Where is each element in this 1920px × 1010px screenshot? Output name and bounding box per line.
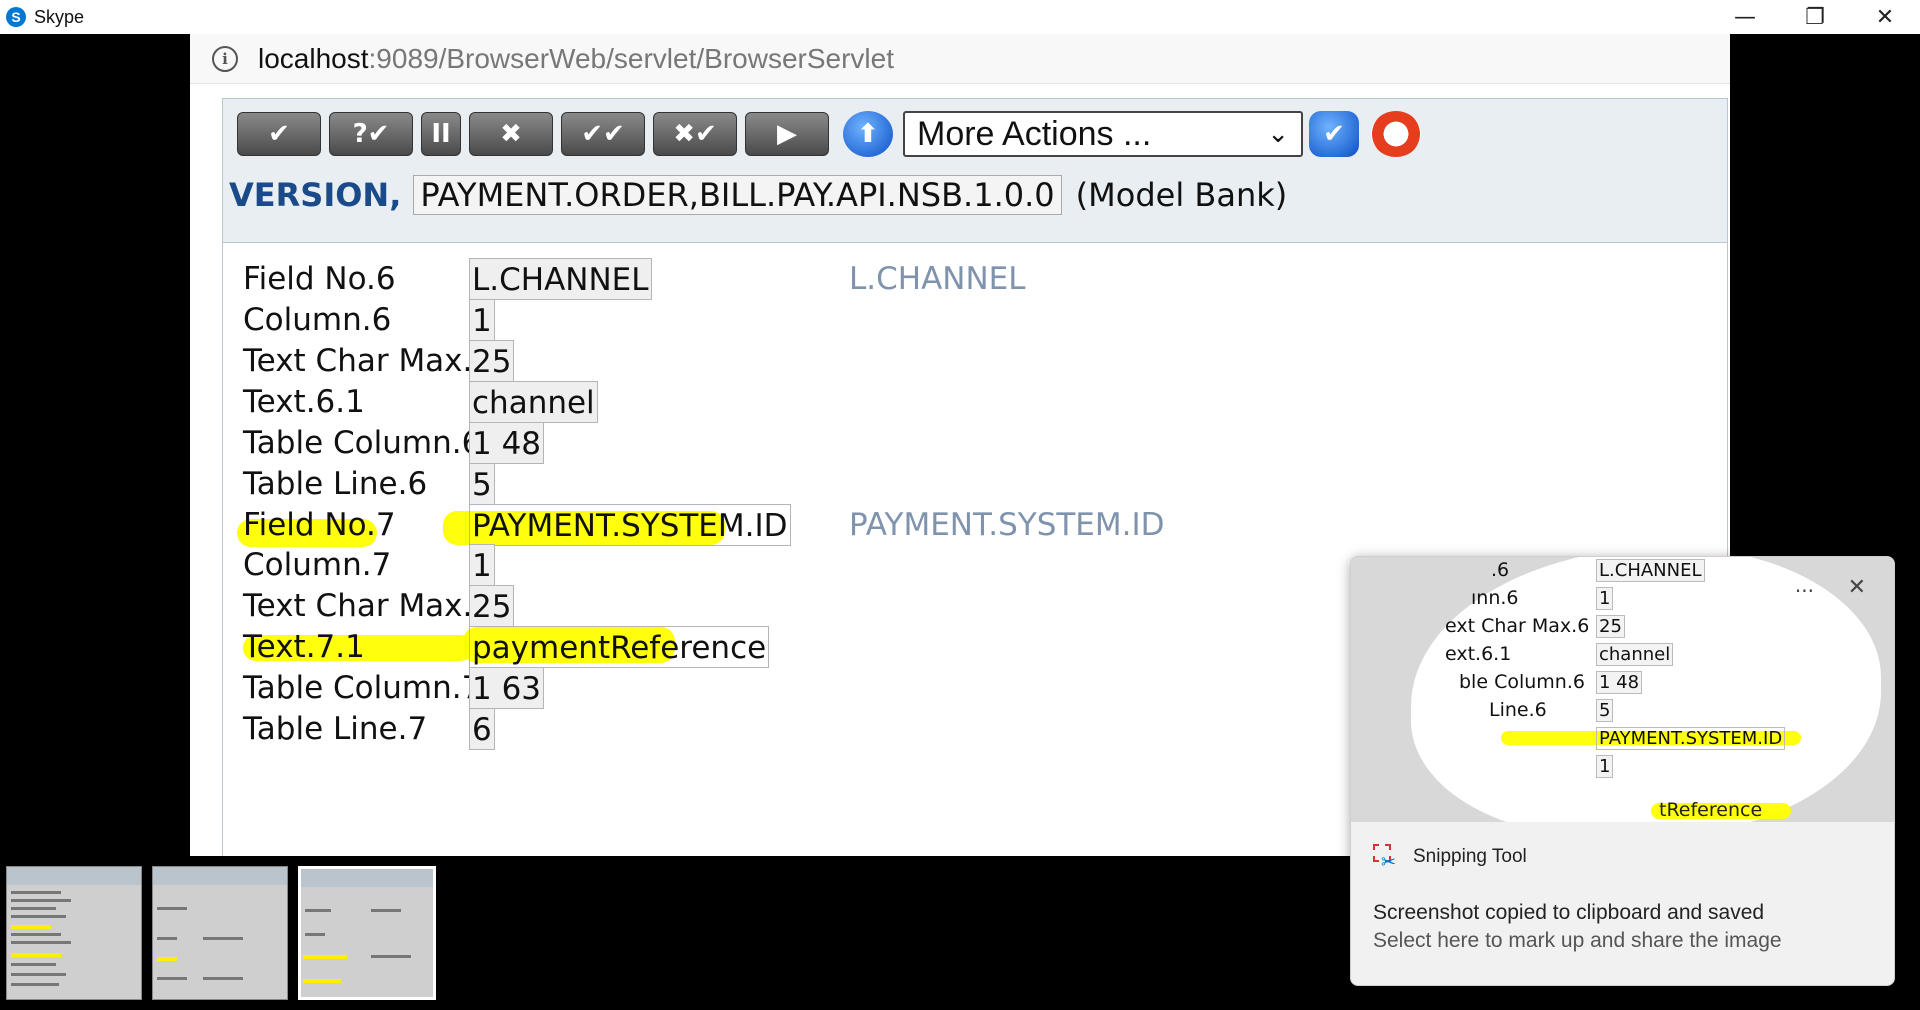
field-label: Column.7 [243, 547, 392, 583]
field-value[interactable]: L.CHANNEL [469, 258, 652, 300]
field-row: Text Char Max.6 25 [223, 339, 1723, 383]
version-line: VERSION, PAYMENT.ORDER,BILL.PAY.API.NSB.… [229, 175, 1287, 215]
thumbnail-item[interactable] [6, 866, 142, 1000]
thumbnail-item[interactable] [152, 866, 288, 1000]
preview-value: channel [1596, 643, 1674, 666]
approve-icon[interactable]: ✔ [1309, 111, 1359, 157]
field-row: Field No.6 L.CHANNEL L.CHANNEL [223, 257, 1723, 301]
delete-button[interactable]: ✖ [469, 112, 553, 156]
preview-label: ble Column.6 [1459, 671, 1585, 693]
preview-row: PAYMENT.SYSTEM.ID [1351, 727, 1894, 753]
more-actions-select[interactable]: More Actions ... ⌄ [903, 111, 1303, 157]
preview-row: ext.6.1 channel [1351, 643, 1894, 669]
version-name: PAYMENT.ORDER,BILL.PAY.API.NSB.1.0.0 [413, 175, 1062, 215]
skype-logo-icon: S [6, 7, 26, 27]
field-label: Table Line.6 [243, 466, 428, 502]
field-value[interactable]: paymentReference [469, 626, 770, 668]
notification-app-name: Snipping Tool [1413, 846, 1527, 867]
field-value[interactable]: 5 [469, 463, 495, 505]
browser-url-bar: i localhost:9089/BrowserWeb/servlet/Brow… [190, 34, 1730, 84]
url-text: localhost:9089/BrowserWeb/servlet/Browse… [258, 43, 894, 75]
field-label: Field No.6 [243, 261, 396, 297]
preview-label: .6 [1491, 559, 1510, 581]
info-icon: i [212, 45, 238, 72]
preview-row: tReference [1351, 799, 1894, 822]
field-label: Text Char Max.7 [243, 588, 493, 624]
reverse-button[interactable]: ✖✔ [653, 112, 737, 156]
snipping-tool-icon: ✂ [1373, 844, 1399, 873]
notification-sub-message: Select here to mark up and share the ima… [1373, 929, 1782, 952]
hold-button[interactable]: II [421, 112, 461, 156]
field-label: Text.7.1 [243, 629, 365, 665]
next-button[interactable]: ▶ [745, 112, 829, 156]
preview-value: 25 [1596, 615, 1625, 638]
upload-icon[interactable]: ⬆ [843, 111, 893, 157]
preview-row: 1 [1351, 755, 1894, 781]
company-name: (Model Bank) [1075, 176, 1288, 214]
thumbnail-item-selected[interactable] [298, 866, 436, 1000]
preview-row: ble Column.6 1 48 [1351, 671, 1894, 697]
preview-value: PAYMENT.SYSTEM.ID [1596, 727, 1786, 750]
field-value[interactable]: 25 [469, 340, 515, 382]
field-value[interactable]: 1 63 [469, 667, 545, 709]
snipping-tool-notification[interactable]: .6 L.CHANNEL ınn.6 1 ext Char Max.6 25 e… [1350, 556, 1895, 986]
field-label: Text.6.1 [243, 384, 365, 420]
preview-label: ınn.6 [1471, 587, 1519, 609]
field-row: Text.6.1 channel [223, 380, 1723, 424]
t24-toolbar: ✔ ?✔ II ✖ ✔✔ ✖✔ ▶ ⬆ More Actions ... ⌄ ✔… [222, 98, 1728, 248]
field-value[interactable]: 1 [469, 299, 495, 341]
field-row: Column.6 1 [223, 298, 1723, 342]
validate-button[interactable]: ?✔ [329, 112, 413, 156]
preview-label: Line.6 [1489, 699, 1547, 721]
field-value[interactable]: PAYMENT.SYSTEM.ID [469, 504, 791, 546]
field-label: Table Column.6 [243, 425, 482, 461]
preview-value: 1 [1596, 587, 1614, 610]
field-value[interactable]: channel [469, 381, 598, 423]
url-host: localhost [258, 42, 369, 74]
authorise-button[interactable]: ✔✔ [561, 112, 645, 156]
notification-message: Screenshot copied to clipboard and saved [1373, 901, 1765, 924]
field-enrichment: L.CHANNEL [849, 261, 1026, 297]
preview-label: ext.6.1 [1445, 643, 1512, 665]
window-controls: — ❐ ✕ [1710, 0, 1920, 34]
screenshot-thumbnail-strip [0, 862, 440, 1002]
field-value[interactable]: 1 [469, 544, 495, 586]
preview-value: 5 [1596, 699, 1614, 722]
field-row: Table Column.6 1 48 [223, 421, 1723, 465]
close-button[interactable]: ✕ [1850, 0, 1920, 34]
field-value[interactable]: 25 [469, 585, 515, 627]
preview-label: tReference [1659, 799, 1763, 821]
minimize-button[interactable]: — [1710, 0, 1780, 34]
commit-button[interactable]: ✔ [237, 112, 321, 156]
field-row: Table Line.6 5 [223, 462, 1723, 506]
url-path: :9089/BrowserWeb/servlet/BrowserServlet [368, 42, 894, 74]
field-label: Text Char Max.6 [243, 343, 493, 379]
field-value[interactable]: 1 48 [469, 422, 545, 464]
preview-label: ext Char Max.6 [1445, 615, 1590, 637]
notification-header: ✂ Snipping Tool [1351, 822, 1894, 892]
preview-row: ext Char Max.6 25 [1351, 615, 1894, 641]
skype-title-bar: S Skype — ❐ ✕ [0, 0, 1920, 34]
field-label: Column.6 [243, 302, 392, 338]
more-options-icon[interactable]: ··· [1795, 579, 1814, 603]
preview-value: 1 48 [1596, 671, 1643, 694]
preview-value: L.CHANNEL [1596, 559, 1705, 582]
preview-row: Line.6 5 [1351, 699, 1894, 725]
more-actions-label: More Actions ... [917, 114, 1152, 153]
field-label: Field No.7 [243, 507, 396, 543]
field-value[interactable]: 6 [469, 708, 495, 750]
help-lifebuoy-icon[interactable] [1371, 111, 1421, 157]
window-title: Skype [34, 6, 85, 27]
chevron-down-icon: ⌄ [1267, 119, 1289, 149]
field-label: Table Line.7 [243, 711, 428, 747]
version-label: VERSION, [229, 176, 402, 214]
close-notification-icon[interactable]: ✕ [1848, 575, 1866, 600]
field-enrichment: PAYMENT.SYSTEM.ID [849, 507, 1165, 543]
restore-button[interactable]: ❐ [1780, 0, 1850, 34]
field-label: Table Column.7 [243, 670, 482, 706]
toolbar-buttons: ✔ ?✔ II ✖ ✔✔ ✖✔ ▶ ⬆ More Actions ... ⌄ ✔ [237, 111, 1427, 157]
preview-value: 1 [1596, 755, 1614, 778]
